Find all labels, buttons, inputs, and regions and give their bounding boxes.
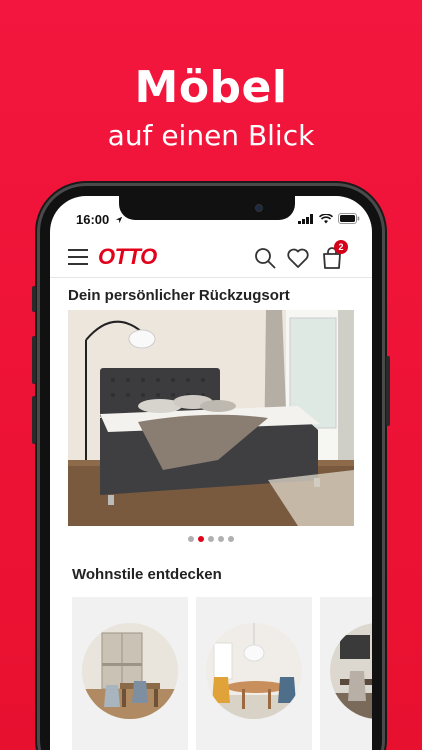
search-icon[interactable] bbox=[253, 246, 277, 270]
phone-frame: 16:00 OTTO 2 Dein persönlicher Rückzugso… bbox=[32, 186, 390, 750]
carousel-dot-active[interactable] bbox=[198, 536, 204, 542]
carousel-indicator bbox=[50, 536, 372, 542]
hero-banner-image[interactable] bbox=[68, 310, 354, 526]
style-image bbox=[206, 623, 302, 719]
phone-volume-up bbox=[32, 336, 36, 384]
status-time: 16:00 bbox=[76, 212, 123, 227]
carousel-dot[interactable] bbox=[188, 536, 194, 542]
style-card[interactable] bbox=[320, 597, 372, 750]
cart-button[interactable]: 2 bbox=[320, 240, 348, 270]
living-styles-carousel bbox=[72, 597, 372, 750]
style-card[interactable] bbox=[196, 597, 312, 750]
location-arrow-icon bbox=[115, 216, 123, 224]
signal-icon bbox=[298, 213, 313, 224]
bedroom-photo bbox=[68, 310, 354, 526]
promo-headline: Möbel bbox=[134, 62, 288, 113]
phone-power-button bbox=[386, 356, 390, 426]
carousel-dot[interactable] bbox=[208, 536, 214, 542]
phone-volume-down bbox=[32, 396, 36, 444]
carousel-dot[interactable] bbox=[228, 536, 234, 542]
battery-icon bbox=[338, 213, 360, 224]
app-header: OTTO 2 bbox=[50, 238, 372, 278]
hero-title: Dein persönlicher Rückzugsort bbox=[68, 287, 290, 304]
camera-icon bbox=[255, 204, 263, 212]
heart-icon[interactable] bbox=[286, 246, 310, 270]
cart-count-badge: 2 bbox=[334, 240, 348, 254]
notch bbox=[119, 196, 295, 220]
app-screen: 16:00 OTTO 2 Dein persönlicher Rückzugso… bbox=[50, 196, 372, 750]
wifi-icon bbox=[319, 213, 333, 223]
otto-logo[interactable]: OTTO bbox=[98, 244, 157, 270]
status-icons bbox=[298, 213, 360, 224]
carousel-dot[interactable] bbox=[218, 536, 224, 542]
menu-icon[interactable] bbox=[68, 249, 88, 265]
promo-subline: auf einen Blick bbox=[107, 119, 315, 152]
style-card[interactable] bbox=[72, 597, 188, 750]
styles-title: Wohnstile entdecken bbox=[72, 566, 222, 583]
style-image bbox=[82, 623, 178, 719]
phone-side-button bbox=[32, 286, 36, 312]
style-image bbox=[330, 623, 372, 719]
